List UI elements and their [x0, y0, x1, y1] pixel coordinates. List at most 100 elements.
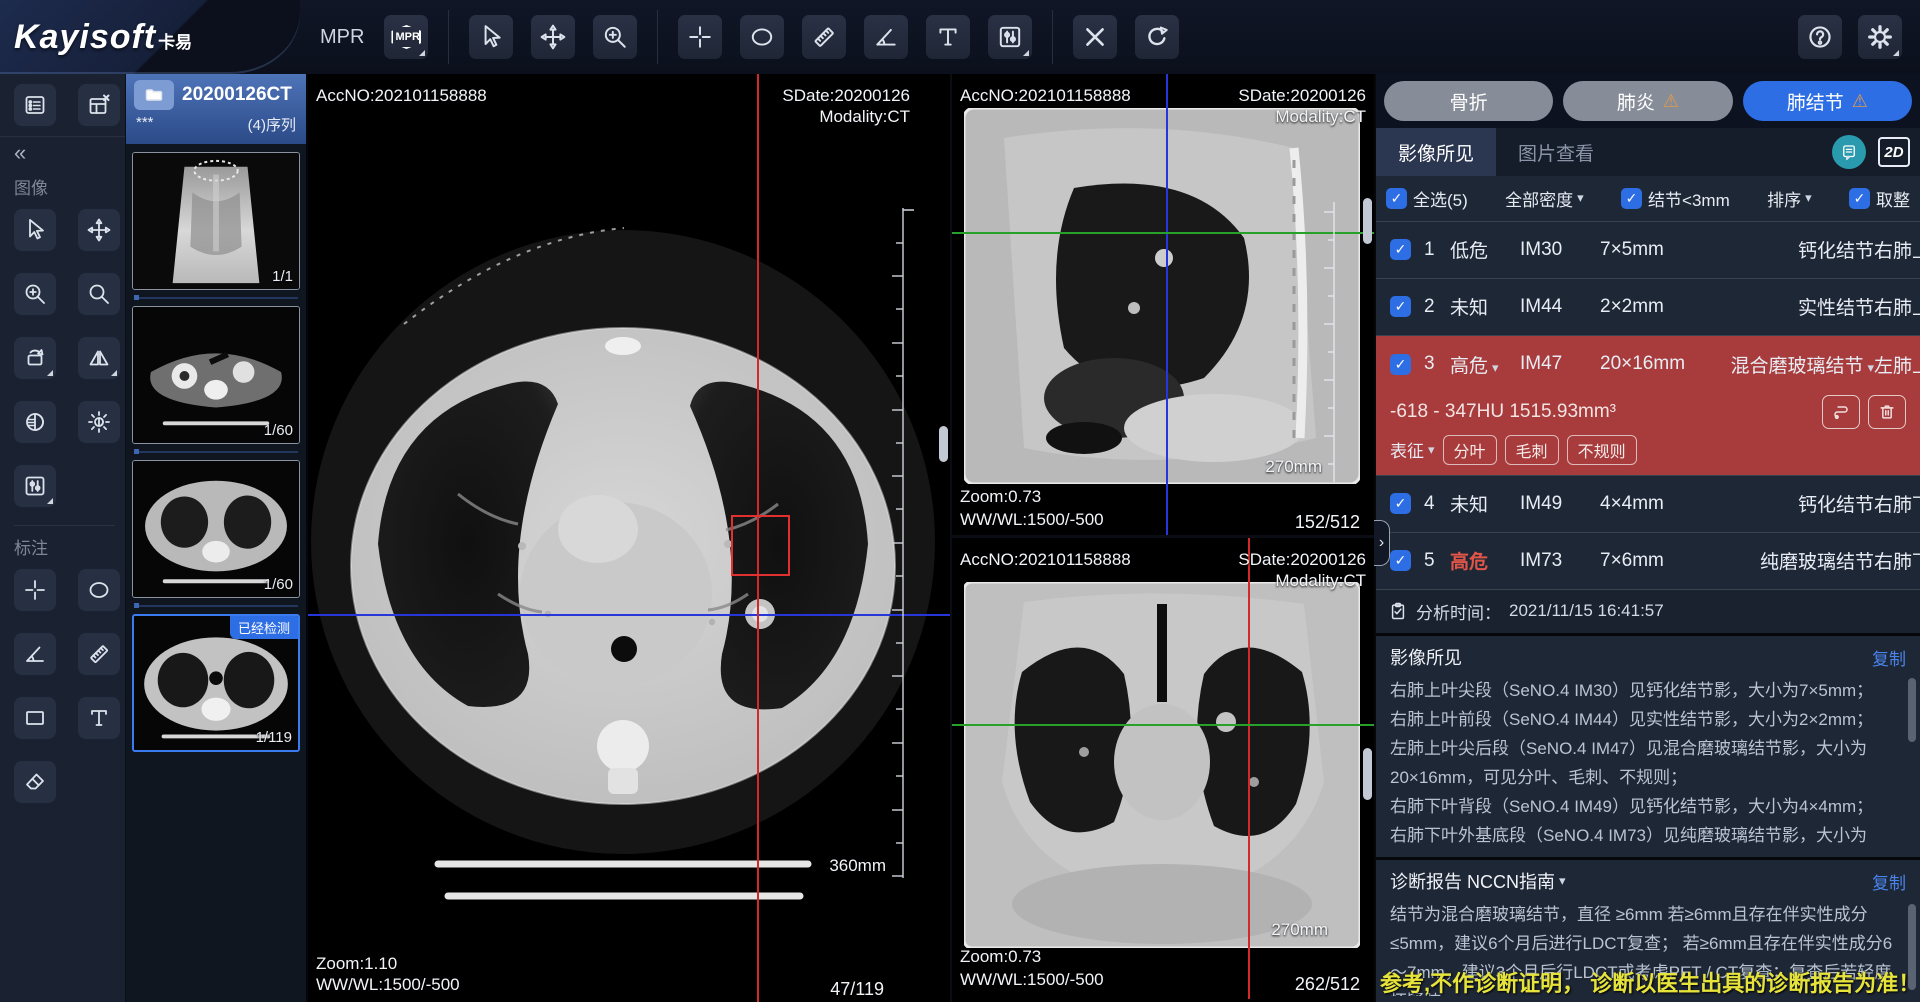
tab-image-view[interactable]: 图片查看 [1496, 128, 1616, 176]
sort-dropdown[interactable]: 排序▾ [1767, 186, 1812, 211]
nodule-type-dropdown[interactable]: 混合磨玻璃结节▾ [1718, 351, 1874, 378]
density-filter-dropdown[interactable]: 全部密度▾ [1505, 186, 1584, 211]
row-checkbox[interactable]: ✓ [1390, 296, 1411, 317]
coronal-horizontal-crosshair[interactable] [952, 724, 1374, 726]
sagittal-vertical-crosshair[interactable] [1166, 74, 1168, 538]
sagittal-horizontal-crosshair[interactable] [952, 232, 1374, 234]
rail-pan-button[interactable] [78, 209, 120, 251]
series-header[interactable]: 20200126CT *** (4)序列 [126, 74, 306, 144]
thumbnail-scout[interactable]: 1/1 [132, 152, 300, 290]
nodule-grade-dropdown[interactable]: 高危▾ [1450, 351, 1520, 378]
check-icon[interactable]: ✓ [1621, 188, 1642, 209]
nodule-image-index: IM49 [1520, 493, 1600, 515]
delete-nodule-button[interactable] [1868, 395, 1906, 429]
rail-pointer-button[interactable] [14, 209, 56, 251]
rail-zoom-in-button[interactable] [14, 273, 56, 315]
reset-button[interactable] [1135, 15, 1179, 59]
select-all-checkbox[interactable]: ✓ 全选(5) [1386, 186, 1468, 211]
series-list-button[interactable] [14, 84, 56, 126]
round-checkbox[interactable]: ✓取整 [1849, 186, 1910, 211]
rail-rectangle-button[interactable] [14, 697, 56, 739]
rail-invert-button[interactable] [14, 401, 56, 443]
nodule-row-5[interactable]: ✓ 5 高危 IM73 7×6mm 纯磨玻璃结节 右肺下叶 [1376, 532, 1920, 589]
close-layout-button[interactable] [78, 84, 120, 126]
rail-adjust-button[interactable] [14, 465, 56, 507]
coronal-vertical-crosshair[interactable] [1248, 538, 1250, 999]
nodule-row-3-selected[interactable]: ✓ 3 高危▾ IM47 20×16mm 混合磨玻璃结节▾ 左肺上叶▾ -618… [1376, 335, 1920, 475]
copy-findings-link[interactable]: 复制 [1872, 645, 1906, 670]
select-all-label: 全选(5) [1413, 186, 1468, 211]
report-bubble-button[interactable] [1832, 135, 1866, 169]
text-tool-button[interactable] [926, 15, 970, 59]
report-guideline-dropdown[interactable]: 诊断报告 NCCN指南 ▾ [1390, 868, 1566, 894]
rail-window-level-button[interactable] [78, 401, 120, 443]
sagittal-scrollbar-thumb[interactable] [1363, 198, 1372, 244]
row-checkbox[interactable]: ✓ [1390, 354, 1411, 375]
nodule-location-dropdown[interactable]: 左肺上叶▾ [1874, 351, 1920, 378]
copy-report-link[interactable]: 复制 [1872, 869, 1906, 894]
row-checkbox[interactable]: ✓ [1390, 493, 1411, 514]
pointer-tool-button[interactable] [469, 15, 513, 59]
folder-button[interactable] [134, 80, 174, 110]
coronal-viewport[interactable]: AccNO:202101158888 SDate:20200126 Modali… [952, 538, 1374, 999]
rail-text-button[interactable] [78, 697, 120, 739]
mode-pneumonia-button[interactable]: 肺炎 ⚠ [1563, 81, 1732, 121]
check-icon[interactable]: ✓ [1849, 188, 1870, 209]
axial-scrollbar-thumb[interactable] [939, 426, 948, 462]
row-checkbox[interactable]: ✓ [1390, 550, 1411, 571]
thumbnail-series-3[interactable]: 1/60 [132, 460, 300, 598]
row-checkbox[interactable]: ✓ [1390, 239, 1411, 260]
nodule-row-4[interactable]: ✓ 4 未知 IM49 4×4mm 钙化结节 右肺下叶 [1376, 475, 1920, 532]
rail-rotate-button[interactable] [14, 337, 56, 379]
panel-collapse-handle[interactable]: › [1374, 520, 1390, 566]
coronal-scrollbar-thumb[interactable] [1363, 748, 1372, 800]
feature-tag-spiculation[interactable]: 毛刺 [1505, 435, 1559, 465]
mode-fracture-button[interactable]: 骨折 [1384, 81, 1553, 121]
angle-icon [873, 24, 899, 50]
nodule-row-1[interactable]: ✓ 1 低危 IM30 7×5mm 钙化结节 右肺上叶 [1376, 221, 1920, 278]
2d-view-button[interactable]: 2D [1878, 137, 1910, 167]
ellipse-tool-button[interactable] [740, 15, 784, 59]
sagittal-viewport[interactable]: AccNO:202101158888 SDate:20200126 Modali… [952, 74, 1374, 538]
rail-angle-button[interactable] [14, 633, 56, 675]
delete-annotation-button[interactable] [1073, 15, 1117, 59]
thumbnail-slice-count: 1/60 [264, 576, 293, 593]
feature-dropdown[interactable]: 表征▾ [1390, 437, 1435, 462]
axial-viewport[interactable]: AccNO:202101158888 SDate:20200126 Modali… [308, 74, 950, 1002]
brightness-icon [87, 410, 111, 434]
axial-accession-number: AccNO:202101158888 [316, 86, 487, 106]
zoom-tool-button[interactable] [593, 15, 637, 59]
settings-button[interactable] [1858, 15, 1902, 59]
collapse-rail-button[interactable]: « [14, 140, 125, 166]
nodule-roi-box[interactable] [731, 515, 790, 576]
rotate-ccw-icon [1144, 24, 1170, 50]
angle-tool-button[interactable] [864, 15, 908, 59]
feature-tag-irregular[interactable]: 不规则 [1567, 435, 1637, 465]
findings-scrollbar-thumb[interactable] [1908, 678, 1916, 742]
rail-flip-button[interactable] [78, 337, 120, 379]
rail-eraser-button[interactable] [14, 761, 56, 803]
thumbnail-series-2[interactable]: 1/60 [132, 306, 300, 444]
feature-tag-lobulation[interactable]: 分叶 [1443, 435, 1497, 465]
nodule-row-2[interactable]: ✓ 2 未知 IM44 2×2mm 实性结节 右肺上叶 [1376, 278, 1920, 335]
app-logo: Kayisoft 卡易 [14, 18, 300, 57]
tab-imaging-findings[interactable]: 影像所见 [1376, 128, 1496, 176]
mode-lung-nodule-button[interactable]: 肺结节 ⚠ [1743, 81, 1912, 121]
axial-horizontal-crosshair[interactable] [308, 614, 950, 616]
rail-ellipse-button[interactable] [78, 569, 120, 611]
adjust-tool-button[interactable] [988, 15, 1032, 59]
rail-magnify-button[interactable] [78, 273, 120, 315]
check-icon[interactable]: ✓ [1386, 188, 1407, 209]
crosshair-tool-button[interactable] [678, 15, 722, 59]
pan-tool-button[interactable] [531, 15, 575, 59]
thumbnail-series-4-selected[interactable]: 已经检测 1/119 [132, 614, 300, 752]
rail-crosshair-button[interactable] [14, 569, 56, 611]
mpr-button[interactable]: MPR [384, 15, 428, 59]
rotate-image-icon [23, 346, 47, 370]
rail-ruler-button[interactable] [78, 633, 120, 675]
help-button[interactable] [1798, 15, 1842, 59]
sagittal-slice-indicator: 152/512 [1295, 512, 1360, 533]
follow-up-button[interactable] [1822, 395, 1860, 429]
ruler-tool-button[interactable] [802, 15, 846, 59]
small-nodule-checkbox[interactable]: ✓结节<3mm [1621, 186, 1730, 211]
